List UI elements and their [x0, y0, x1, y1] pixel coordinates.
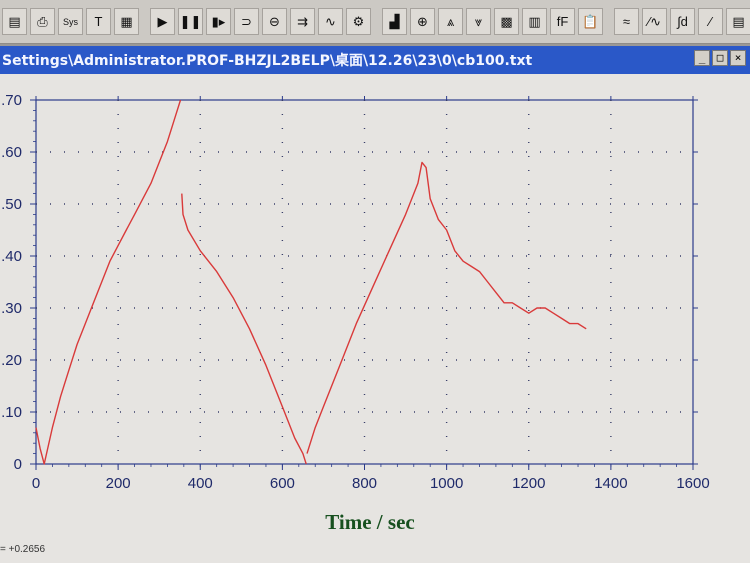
x-tick-label: 200 — [106, 475, 131, 492]
x-tick-label: 400 — [188, 475, 213, 492]
color-icon[interactable]: ▥ — [522, 8, 547, 35]
window-title: Settings\Administrator.PROF-BHZJL2BELP\桌… — [2, 53, 533, 69]
grid-icon[interactable]: ▩ — [494, 8, 519, 35]
chart-icon[interactable]: ▟ — [382, 8, 407, 35]
settings-icon[interactable]: ⚙ — [346, 8, 371, 35]
cursor-readout: = +0.2656 — [0, 544, 46, 555]
window-titlebar: Settings\Administrator.PROF-BHZJL2BELP\桌… — [0, 46, 750, 74]
x-tick-label: 1200 — [512, 475, 545, 492]
x-tick-label: 1400 — [594, 475, 627, 492]
x-tick-label: 600 — [270, 475, 295, 492]
baseline-icon[interactable]: ≈ — [614, 8, 639, 35]
y-tick-label: .70 — [1, 92, 22, 109]
x-axis-label: Time / sec — [325, 510, 415, 534]
data-series-line — [181, 193, 307, 465]
maximize-button[interactable]: □ — [712, 50, 728, 66]
close-button[interactable]: × — [730, 50, 746, 66]
wave-icon[interactable]: ⁄∿ — [642, 8, 667, 35]
menu-icon[interactable]: ▤ — [726, 8, 750, 35]
step-icon[interactable]: ▮▸ — [206, 8, 231, 35]
pause-icon[interactable]: ❚❚ — [178, 8, 203, 35]
zoom-icon[interactable]: ⊕ — [410, 8, 435, 35]
x-tick-label: 1000 — [430, 475, 463, 492]
toolbar: ▤ ⎙ Sys T ▦ ▶ ❚❚ ▮▸ ⊃ ⊖ ⇉ ∿ ⚙ ▟ ⊕ ⩓ ⩔ ▩ ▥ fF 📋 ≈ ⁄∿ ∫d ⁄ ▤ — [0, 0, 750, 44]
y-tick-label: 0 — [14, 456, 22, 473]
integral-icon[interactable]: ∫d — [670, 8, 695, 35]
cycle-icon[interactable]: ⊖ — [262, 8, 287, 35]
font-icon[interactable]: fF — [550, 8, 575, 35]
minimize-button[interactable]: _ — [694, 50, 710, 66]
x-tick-label: 1600 — [676, 475, 709, 492]
data-series-line — [306, 161, 587, 454]
y-tick-label: .10 — [1, 404, 22, 421]
data-series-line — [35, 99, 182, 465]
ramp-icon[interactable]: ⇉ — [290, 8, 315, 35]
peak-icon[interactable]: ⩓ — [438, 8, 463, 35]
print-icon[interactable]: ⎙ — [30, 8, 55, 35]
text-icon[interactable]: T — [86, 8, 111, 35]
y-tick-label: .60 — [1, 144, 22, 161]
table-icon[interactable]: ▦ — [114, 8, 139, 35]
sys-check-icon[interactable]: Sys — [58, 8, 83, 35]
peak2-icon[interactable]: ⩔ — [466, 8, 491, 35]
slope-icon[interactable]: ⁄ — [698, 8, 723, 35]
x-tick-label: 800 — [352, 475, 377, 492]
y-tick-label: .30 — [1, 300, 22, 317]
noise-icon[interactable]: ∿ — [318, 8, 343, 35]
x-tick-label: 0 — [32, 475, 40, 492]
y-tick-label: .40 — [1, 248, 22, 265]
run-icon[interactable]: ▶ — [150, 8, 175, 35]
line-chart: 0 200 400 600 800 1000 1200 1400 1600 0 .10 .20 .30.… — [1, 92, 710, 492]
plot-area: 0 200 400 600 800 1000 1200 1400 1600 0 .10 .20 .30.… — [0, 74, 750, 563]
save-icon[interactable]: ▤ — [2, 8, 27, 35]
clipboard-icon[interactable]: 📋 — [578, 8, 603, 35]
y-tick-label: .20 — [1, 352, 22, 369]
y-tick-label: .50 — [1, 196, 22, 213]
loop-icon[interactable]: ⊃ — [234, 8, 259, 35]
